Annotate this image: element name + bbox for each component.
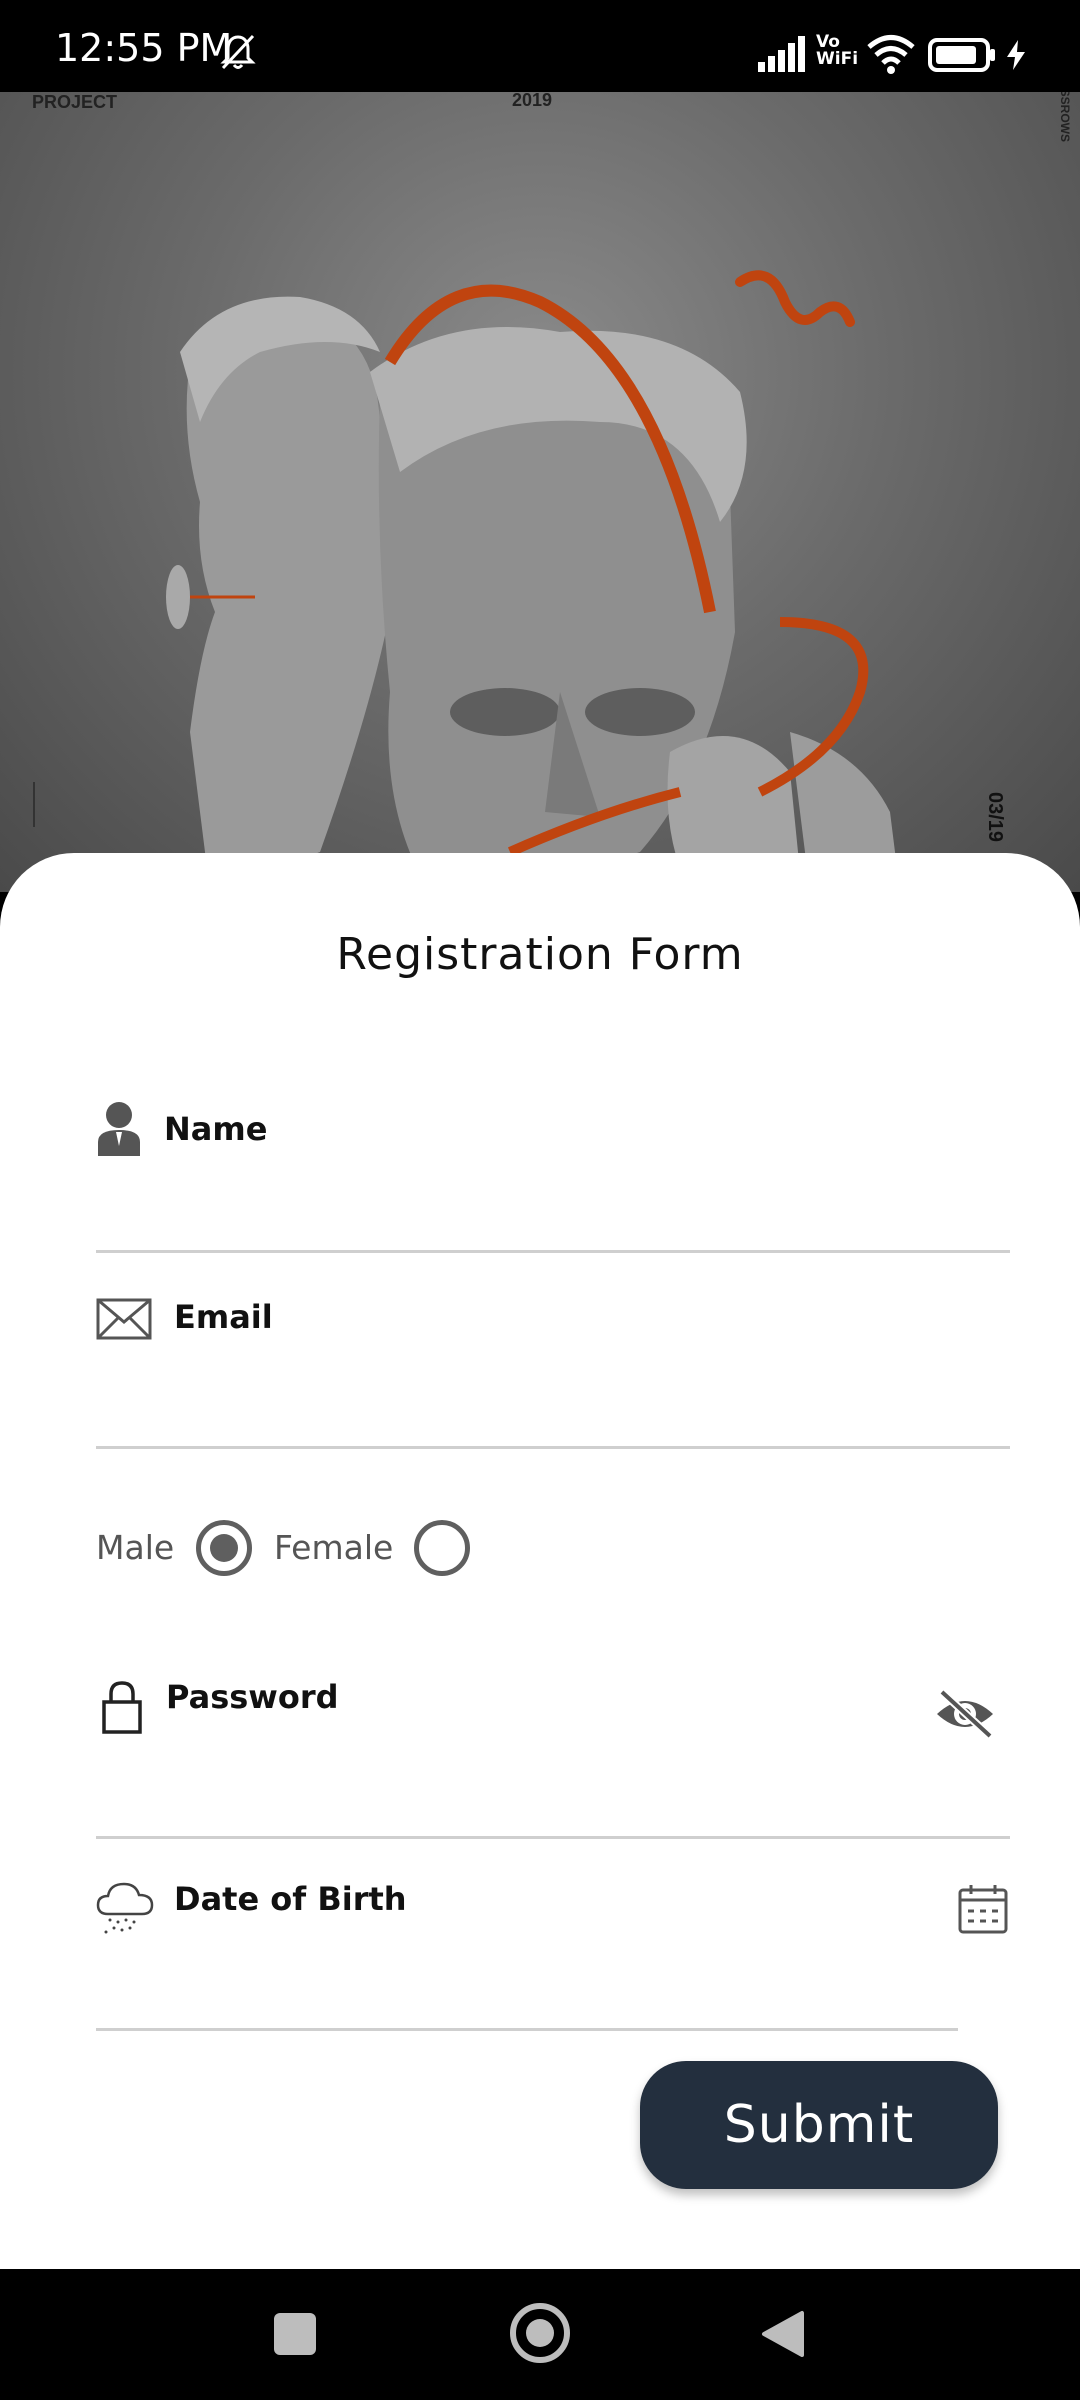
wifi-icon [866,34,916,78]
recent-apps-button[interactable] [274,2313,316,2355]
password-underline [96,1836,1010,1839]
email-field[interactable]: Email [96,1298,1010,1458]
gender-male-label: Male [96,1528,175,1567]
hero-image: PROJECT 2019 CROSSROWS 03/19 [0,92,1080,892]
lock-icon [102,1680,142,1738]
slide-counter: 03/19 [984,792,1006,843]
female-radio[interactable] [414,1520,470,1576]
back-button[interactable] [760,2309,806,2363]
gender-female-label: Female [274,1528,394,1567]
form-title: Registration Form [336,929,744,980]
eye-off-icon[interactable] [934,1688,996,1744]
calendar-icon[interactable] [958,1884,1008,1938]
male-radio[interactable] [196,1520,252,1576]
submit-button[interactable]: Submit [640,2061,998,2189]
envelope-icon [96,1298,152,1344]
signal-icon [758,36,810,76]
name-field[interactable]: Name [96,1098,1010,1258]
gender-radio-group: Male Female [96,1518,596,1582]
registration-form: Registration Form Name Email Male Female… [0,853,1080,2269]
person-icon [96,1100,142,1160]
battery-icon [928,38,998,76]
email-label: Email [174,1298,273,1336]
bell-muted-icon [218,32,258,76]
status-time: 12:55 PM [55,26,233,70]
vowifi-label: Vo WiFi [816,32,859,69]
email-underline [96,1446,1010,1449]
charging-icon [1005,40,1027,74]
dob-label: Date of Birth [174,1880,407,1918]
hero-year-text: 2019 [512,92,553,110]
home-button[interactable] [510,2303,570,2363]
navigation-bar [0,2269,1080,2400]
statue-artwork [33,270,900,892]
name-underline [96,1250,1010,1253]
password-field[interactable]: Password [96,1678,1010,1843]
dob-underline [96,2028,958,2031]
password-label: Password [166,1678,339,1716]
radio-selected-dot [210,1534,238,1562]
hero-project-text: PROJECT [32,92,118,112]
name-label: Name [164,1110,268,1148]
hero-side-text: CROSSROWS [1058,92,1072,142]
dob-field[interactable]: Date of Birth [96,1878,1010,2038]
home-icon [526,2319,554,2347]
status-bar: 12:55 PM Vo WiFi [0,0,1080,92]
cloud-snow-icon [96,1878,154,1938]
